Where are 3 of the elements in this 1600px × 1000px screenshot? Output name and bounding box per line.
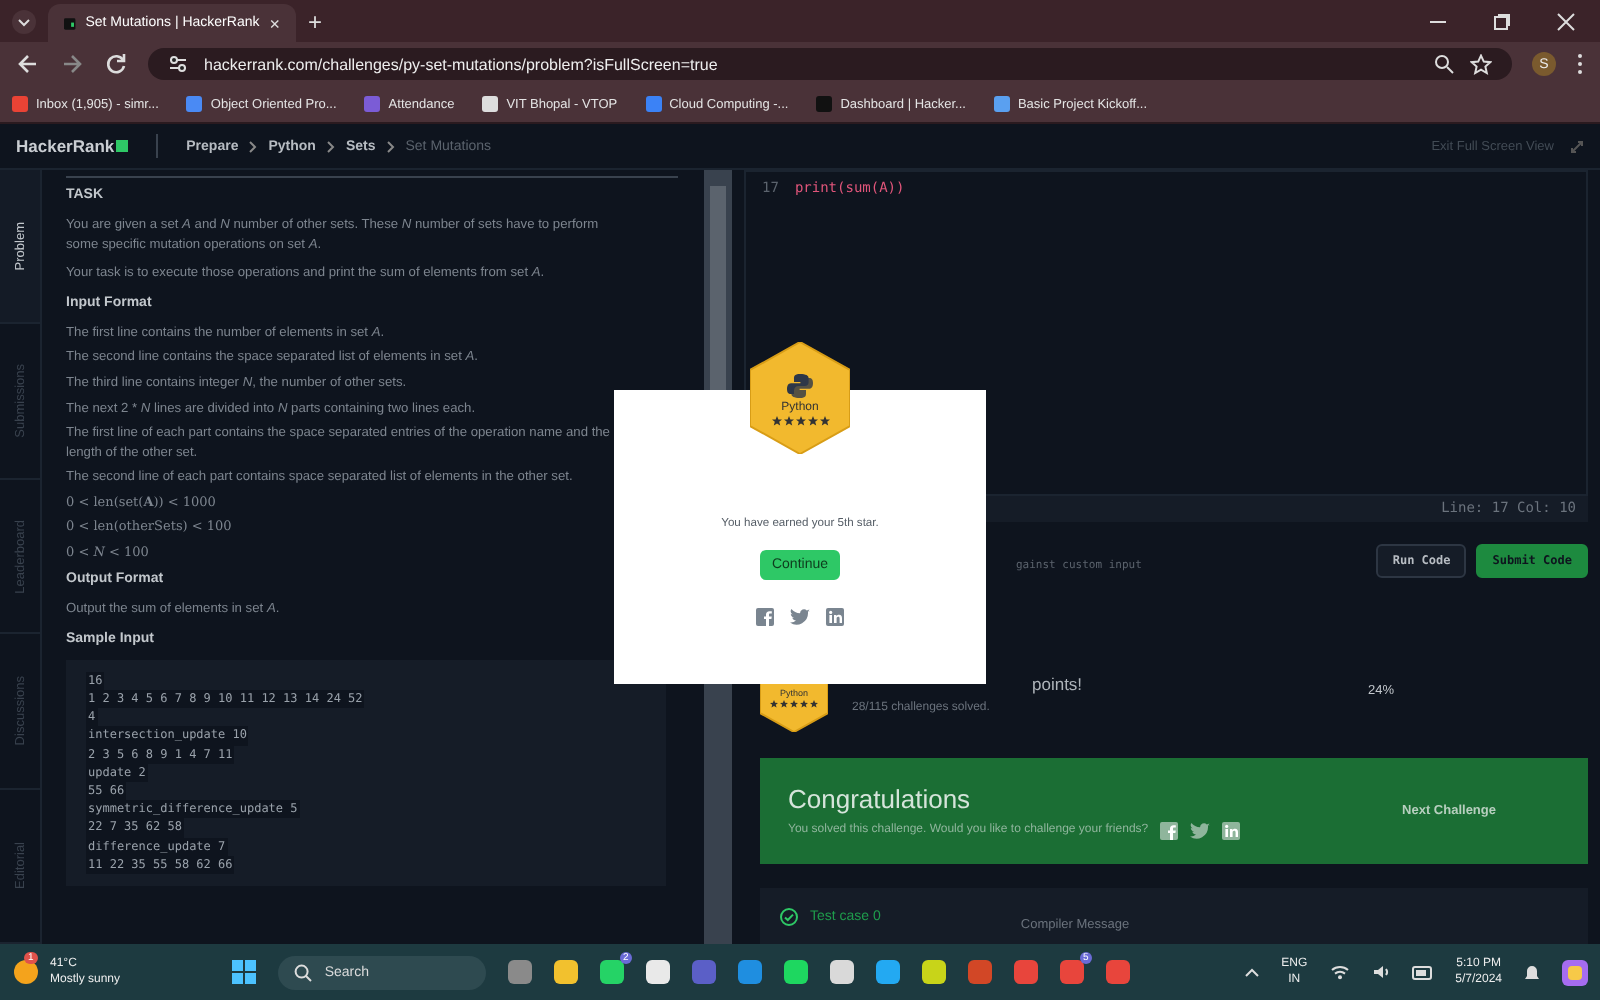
url-text: hackerrank.com/challenges/py-set-mutations/problem?isFullScreen=true bbox=[204, 55, 718, 73]
points-text: points! bbox=[1030, 674, 1085, 694]
banner-title: Congratulations bbox=[788, 783, 973, 814]
